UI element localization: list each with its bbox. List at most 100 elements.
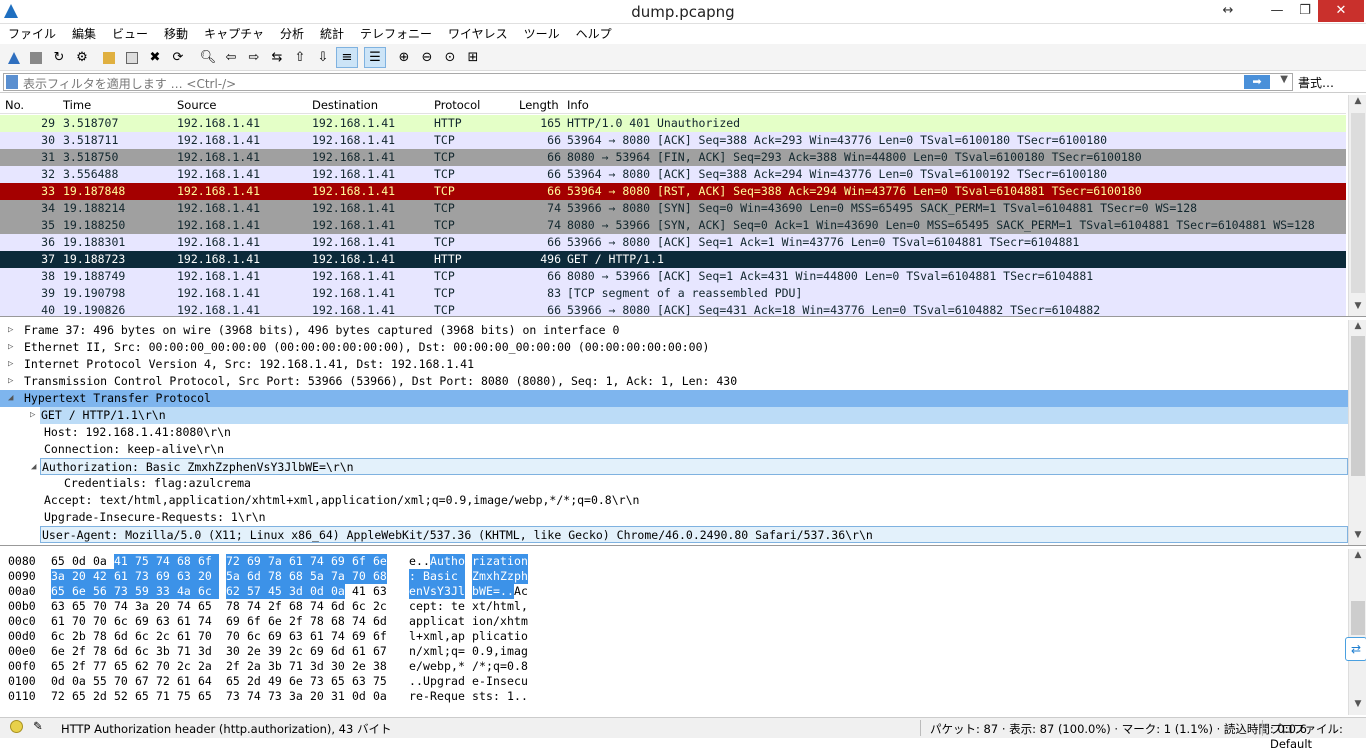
hex-byte[interactable]: 70 <box>114 674 128 689</box>
ascii-char[interactable]: i <box>444 569 451 584</box>
hex-byte[interactable]: 0d <box>72 554 86 569</box>
ascii-char[interactable]: m <box>507 599 514 614</box>
ascii-char[interactable]: e <box>472 674 479 689</box>
column-header-info[interactable]: Info <box>567 98 589 112</box>
menu-item-0[interactable]: ファイル <box>0 24 64 44</box>
hex-byte[interactable]: 63 <box>289 629 303 644</box>
expand-arrow-icon[interactable]: ▷ <box>8 356 13 373</box>
ascii-char[interactable]: I <box>486 674 493 689</box>
hex-byte[interactable]: 68 <box>373 569 387 584</box>
hex-byte[interactable]: 61 <box>177 674 191 689</box>
hex-byte[interactable]: 0d <box>310 584 331 599</box>
ascii-char[interactable] <box>444 599 451 614</box>
hex-byte[interactable]: 78 <box>93 629 107 644</box>
ascii-char[interactable]: V <box>423 584 430 599</box>
hex-byte[interactable]: 68 <box>331 614 345 629</box>
hex-byte[interactable]: 74 <box>331 629 345 644</box>
ascii-char[interactable]: g <box>437 674 444 689</box>
hex-byte[interactable]: 3a <box>289 689 303 704</box>
ascii-char[interactable]: x <box>486 569 493 584</box>
ascii-char[interactable]: . <box>521 689 528 704</box>
hex-byte[interactable]: 3a <box>51 569 72 584</box>
hex-byte[interactable]: 78 <box>226 599 240 614</box>
hex-byte[interactable]: 6e <box>51 644 65 659</box>
bookmark-icon[interactable] <box>6 75 18 89</box>
hex-byte[interactable]: 5a <box>226 569 247 584</box>
hex-byte[interactable]: 67 <box>135 674 149 689</box>
ascii-char[interactable]: a <box>430 569 437 584</box>
detail-tree-item[interactable]: ▷ Frame 37: 496 bytes on wire (3968 bits)… <box>0 322 1348 339</box>
hex-byte[interactable]: 61 <box>310 629 324 644</box>
hex-byte[interactable]: 65 <box>226 674 240 689</box>
ascii-char[interactable]: u <box>437 554 444 569</box>
hex-byte[interactable]: 77 <box>93 659 107 674</box>
column-header-protocol[interactable]: Protocol <box>434 98 480 112</box>
resize-columns-icon[interactable]: ⊞ <box>462 47 484 68</box>
hex-byte[interactable]: 41 <box>352 584 366 599</box>
hex-byte[interactable]: 65 <box>72 599 86 614</box>
hex-byte[interactable]: 74 <box>247 689 261 704</box>
minimize-button[interactable]: — <box>1262 0 1292 22</box>
normal-size-icon[interactable]: ⊙ <box>439 47 461 68</box>
ascii-char[interactable]: 1 <box>507 689 514 704</box>
ascii-char[interactable]: e <box>437 689 444 704</box>
chevron-down-icon[interactable]: ▼ <box>1349 530 1366 544</box>
ascii-char[interactable]: t <box>479 599 486 614</box>
hex-byte[interactable]: 2d <box>93 689 107 704</box>
hex-byte[interactable]: 0d <box>51 674 65 689</box>
restart-capture-icon[interactable]: ↻ <box>48 47 70 68</box>
hex-byte[interactable]: 0a <box>331 584 345 599</box>
go-forward-icon[interactable]: ⇨ <box>243 47 265 68</box>
ascii-char[interactable]: * <box>479 659 486 674</box>
hex-byte[interactable]: 65 <box>51 554 65 569</box>
go-back-icon[interactable]: ⇦ <box>220 47 242 68</box>
ascii-char[interactable]: + <box>416 629 423 644</box>
hex-byte[interactable]: 20 <box>310 689 324 704</box>
packet-row[interactable]: 30 3.518711 192.168.1.41 192.168.1.41 TCP 66 5… <box>0 132 1346 149</box>
ascii-char[interactable]: m <box>521 614 528 629</box>
hex-byte[interactable]: 6e <box>373 554 387 569</box>
ascii-char[interactable]: Z <box>472 569 479 584</box>
detail-tree-item[interactable]: Accept: text/html,application/xhtml+xml,… <box>0 492 1348 509</box>
ascii-char[interactable]: 0 <box>472 644 479 659</box>
ascii-char[interactable]: h <box>507 614 514 629</box>
ascii-char[interactable]: . <box>507 584 514 599</box>
hex-byte[interactable]: 31 <box>331 689 345 704</box>
last-packet-icon[interactable]: ⇩ <box>312 47 334 68</box>
ascii-char[interactable]: / <box>486 599 493 614</box>
ascii-char[interactable]: . <box>416 554 423 569</box>
hex-byte[interactable]: 65 <box>72 689 86 704</box>
ascii-char[interactable]: t <box>500 554 507 569</box>
ascii-char[interactable]: , <box>493 644 500 659</box>
ascii-char[interactable]: p <box>514 569 521 584</box>
column-header-length[interactable]: Length <box>519 98 559 112</box>
menu-item-2[interactable]: ビュー <box>104 24 156 44</box>
ascii-char[interactable]: c <box>514 674 521 689</box>
hex-byte[interactable]: 3b <box>268 659 282 674</box>
hex-byte[interactable]: 38 <box>373 659 387 674</box>
ascii-char[interactable]: r <box>444 674 451 689</box>
hex-byte[interactable]: 73 <box>310 674 324 689</box>
hex-byte[interactable]: 69 <box>135 614 149 629</box>
hex-byte[interactable]: 65 <box>198 689 212 704</box>
hex-byte[interactable]: 64 <box>198 674 212 689</box>
ascii-char[interactable]: a <box>451 674 458 689</box>
hex-byte[interactable]: 2a <box>198 659 212 674</box>
collapse-arrow-icon[interactable]: ◢ <box>31 459 36 476</box>
detail-tree-item[interactable]: ▷ Transmission Control Protocol, Src Port… <box>0 373 1348 390</box>
ascii-char[interactable]: . <box>500 584 507 599</box>
packet-row[interactable]: 37 19.188723 192.168.1.41 192.168.1.41 HTTP 4… <box>0 251 1346 268</box>
hex-byte[interactable]: 2f <box>72 659 86 674</box>
detail-tree-item[interactable]: ◢ Hypertext Transfer Protocol <box>0 390 1348 407</box>
hex-byte[interactable]: 73 <box>226 689 240 704</box>
packet-row[interactable]: 34 19.188214 192.168.1.41 192.168.1.41 TCP 74… <box>0 200 1346 217</box>
ascii-char[interactable]: m <box>507 644 514 659</box>
detail-tree-item[interactable]: User-Agent: Mozilla/5.0 (X11; Linux x86_… <box>40 526 1348 543</box>
ascii-char[interactable]: i <box>507 554 514 569</box>
ascii-char[interactable]: q <box>444 689 451 704</box>
ascii-char[interactable]: e <box>507 674 514 689</box>
hex-byte[interactable]: 6e <box>289 674 303 689</box>
hex-byte[interactable]: 71 <box>289 659 303 674</box>
ascii-char[interactable]: n <box>486 614 493 629</box>
hex-byte[interactable]: 6d <box>373 614 387 629</box>
